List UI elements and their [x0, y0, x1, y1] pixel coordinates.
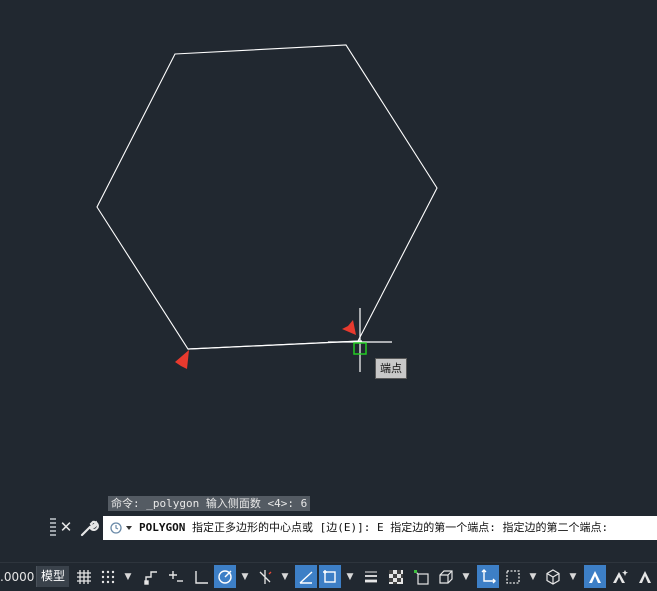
hexagon-polygon: [96, 44, 438, 350]
annotation-scale-icon[interactable]: [634, 565, 656, 588]
command-line-bar: ✕ POLYGON 指定正多边形的中心点或 [边(E)]: E 指定边的第一个端…: [0, 514, 657, 542]
chevron-down-icon[interactable]: ▼: [526, 565, 540, 588]
command-input[interactable]: POLYGON 指定正多边形的中心点或 [边(E)]: E 指定边的第一个端点:…: [103, 516, 657, 540]
polar-tracking-icon[interactable]: [214, 565, 236, 588]
status-bar: .0000 模型 ▼ ▼ ▼ ▼ ▼ ▼ ▼: [0, 562, 657, 590]
gizmo-icon[interactable]: [542, 565, 564, 588]
drag-handle-icon[interactable]: [50, 518, 56, 538]
grid-icon[interactable]: [73, 565, 95, 588]
lineweight-icon[interactable]: [360, 565, 382, 588]
command-history-line: 命令: _polygon 输入侧面数 <4>: 6: [108, 496, 311, 511]
auto-scale-icon[interactable]: [609, 565, 631, 588]
model-tab[interactable]: 模型: [36, 566, 69, 587]
annotation-visibility-icon[interactable]: [584, 565, 606, 588]
close-icon[interactable]: ✕: [59, 517, 73, 537]
chevron-down-icon[interactable]: ▼: [459, 565, 473, 588]
command-name: POLYGON: [139, 521, 186, 534]
snap-grid-icon[interactable]: [97, 565, 119, 588]
object-snap-icon[interactable]: [319, 565, 341, 588]
ortho-icon[interactable]: [190, 565, 212, 588]
snap-tooltip: 端点: [375, 358, 407, 379]
selection-cycling-icon[interactable]: [410, 565, 432, 588]
chevron-down-icon[interactable]: ▼: [121, 565, 135, 588]
drawing-viewport[interactable]: [0, 0, 657, 591]
chevron-down-icon[interactable]: ▼: [278, 565, 292, 588]
transparency-icon[interactable]: [385, 565, 407, 588]
chevron-down-icon[interactable]: ▼: [343, 565, 357, 588]
chevron-down-icon[interactable]: ▼: [238, 565, 252, 588]
dynamic-input-icon[interactable]: [165, 565, 187, 588]
3d-object-snap-icon[interactable]: [435, 565, 457, 588]
chevron-down-icon[interactable]: ▼: [566, 565, 580, 588]
wrench-icon[interactable]: [79, 517, 99, 539]
selection-filter-icon[interactable]: [502, 565, 524, 588]
recent-commands-icon[interactable]: [108, 519, 134, 537]
annotation-arrow-icon: [144, 350, 189, 436]
object-snap-tracking-icon[interactable]: [295, 565, 317, 588]
dynamic-ucs-icon[interactable]: [477, 565, 499, 588]
isometric-icon[interactable]: [254, 565, 276, 588]
command-prompt: 指定正多边形的中心点或 [边(E)]: E 指定边的第一个端点: 指定边的第二个…: [185, 521, 609, 534]
annotation-arrow-icon: [326, 287, 356, 335]
coordinate-readout: .0000: [0, 570, 35, 584]
infer-constraints-icon[interactable]: [140, 565, 162, 588]
